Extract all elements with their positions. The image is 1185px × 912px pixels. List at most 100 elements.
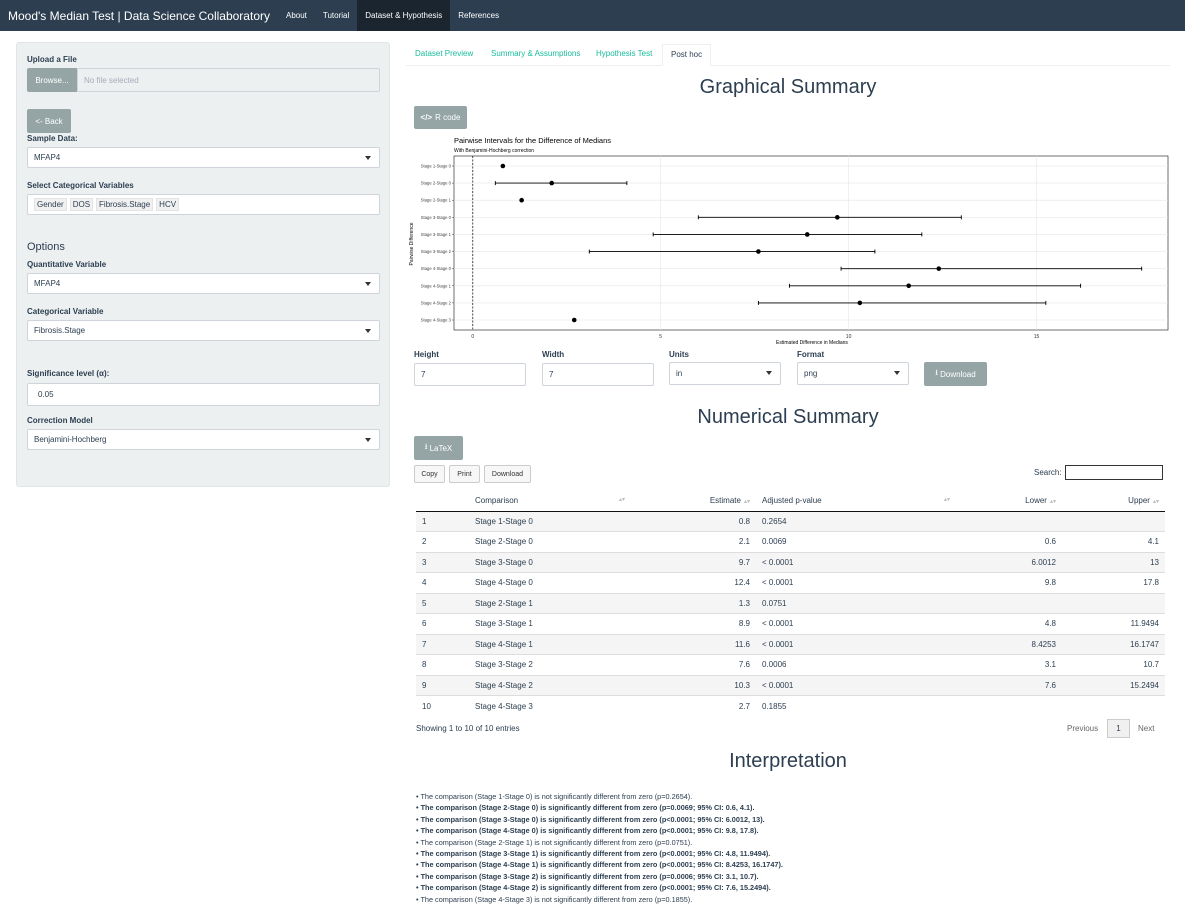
table-row[interactable]: 9 Stage 4-Stage 2 10.3 < 0.0001 7.6 15.2494 xyxy=(416,674,1165,696)
x-tick-label: 0 xyxy=(471,334,474,340)
quant-var-select[interactable]: MFAP4 xyxy=(27,273,380,294)
interpretation-heading: Interpretation xyxy=(729,750,847,772)
app-title[interactable]: Mood's Median Test | Data Science Collab… xyxy=(0,9,278,23)
cell-adjusted-p: 0.0069 xyxy=(756,531,956,552)
cell-comparison: Stage 2-Stage 0 xyxy=(465,531,628,552)
table-header-row: Comparison ▴▾ Estimate ▴▾ Adjusted p-value… xyxy=(416,490,1165,512)
sort-icon: ▴▾ xyxy=(618,496,625,503)
estimate-point xyxy=(835,215,840,220)
cell-index: 9 xyxy=(416,674,465,696)
table-row[interactable]: 8 Stage 3-Stage 2 7.6 0.0006 3.1 10.7 xyxy=(416,654,1165,675)
cell-comparison: Stage 4-Stage 2 xyxy=(465,674,628,696)
units-select[interactable]: in xyxy=(669,362,781,385)
catvars-input[interactable]: Gender DOS Fibrosis.Stage HCV xyxy=(27,194,380,215)
cell-adjusted-p: < 0.0001 xyxy=(756,572,956,593)
cell-upper xyxy=(1062,695,1165,716)
file-name-field[interactable]: No file selected xyxy=(77,68,380,92)
chevron-down-icon xyxy=(766,371,772,375)
y-tick-label: Stage 4-Stage 1 xyxy=(421,283,452,288)
sample-data-select[interactable]: MFAP4 xyxy=(27,147,380,168)
table-row[interactable]: 7 Stage 4-Stage 1 11.6 < 0.0001 8.4253 16.174… xyxy=(416,633,1165,655)
correction-select[interactable]: Benjamini-Hochberg xyxy=(27,429,380,450)
col-estimate[interactable]: Estimate ▴▾ xyxy=(628,490,756,512)
col-index[interactable] xyxy=(416,490,465,512)
col-estimate-label: Estimate xyxy=(709,495,741,505)
cell-index: 8 xyxy=(416,654,465,675)
cell-adjusted-p: < 0.0001 xyxy=(756,551,956,573)
tab-hypothesis-test[interactable]: Hypothesis Test xyxy=(588,44,660,66)
tag-hcv[interactable]: HCV xyxy=(156,198,180,211)
height-input[interactable]: 7 xyxy=(414,363,526,386)
cell-lower xyxy=(956,695,1062,716)
table-download-button[interactable]: Download xyxy=(484,465,531,483)
col-upper-label: Upper xyxy=(1128,495,1150,505)
search-input[interactable] xyxy=(1065,465,1163,480)
interpretation-line: • The comparison (Stage 4-Stage 2) is si… xyxy=(416,883,771,893)
nav-tutorial[interactable]: Tutorial xyxy=(315,0,357,31)
chevron-down-icon xyxy=(365,329,371,333)
tag-dos[interactable]: DOS xyxy=(69,198,94,211)
sample-data-label: Sample Data: xyxy=(27,134,78,143)
browse-button[interactable]: Browse... xyxy=(27,68,77,92)
page-1-button[interactable]: 1 xyxy=(1107,719,1130,738)
navbar: Mood's Median Test | Data Science Collab… xyxy=(0,0,1185,31)
col-upper[interactable]: Upper ▴▾ xyxy=(1062,490,1165,512)
tab-dataset-preview[interactable]: Dataset Preview xyxy=(407,44,481,66)
download-icon: ⭳ xyxy=(935,368,939,377)
y-tick-label: Stage 4-Stage 0 xyxy=(421,266,452,271)
interpretation-line: • The comparison (Stage 4-Stage 1) is si… xyxy=(416,860,783,870)
format-select[interactable]: png xyxy=(797,362,909,385)
copy-button[interactable]: Copy xyxy=(414,465,445,483)
width-label: Width xyxy=(542,350,565,359)
cell-estimate: 2.1 xyxy=(628,531,756,552)
table-row[interactable]: 3 Stage 3-Stage 0 9.7 < 0.0001 6.0012 13 xyxy=(416,551,1165,573)
nav-about[interactable]: About xyxy=(278,0,315,31)
cell-comparison: Stage 3-Stage 2 xyxy=(465,654,628,675)
cell-comparison: Stage 4-Stage 3 xyxy=(465,695,628,716)
x-axis-label: Estimated Difference in Medians xyxy=(776,340,848,346)
cell-comparison: Stage 3-Stage 1 xyxy=(465,613,628,634)
rcode-button[interactable]: </> R code xyxy=(414,106,467,129)
tab-summary-assumptions[interactable]: Summary & Assumptions xyxy=(483,44,588,66)
cat-var-value: Fibrosis.Stage xyxy=(34,326,86,335)
tab-post-hoc[interactable]: Post hoc xyxy=(662,44,712,66)
chevron-down-icon xyxy=(365,282,371,286)
y-tick-label: Stage 1-Stage 0 xyxy=(421,164,452,169)
interpretation-line: • The comparison (Stage 4-Stage 0) is si… xyxy=(416,826,759,836)
table-row[interactable]: 5 Stage 2-Stage 1 1.3 0.0751 xyxy=(416,592,1165,614)
print-button[interactable]: Print xyxy=(449,465,480,483)
table-row[interactable]: 6 Stage 3-Stage 1 8.9 < 0.0001 4.8 11.9494 xyxy=(416,613,1165,634)
tag-fibrosis-stage[interactable]: Fibrosis.Stage xyxy=(96,198,154,211)
col-adjusted-p[interactable]: Adjusted p-value ▴▾ xyxy=(756,490,956,512)
y-tick-label: Stage 3-Stage 2 xyxy=(421,249,452,254)
tag-gender[interactable]: Gender xyxy=(34,198,67,211)
cell-index: 4 xyxy=(416,572,465,593)
sort-icon: ▴▾ xyxy=(743,498,750,505)
nav-dataset-hypothesis[interactable]: Dataset & Hypothesis xyxy=(357,0,451,31)
table-row[interactable]: 4 Stage 4-Stage 0 12.4 < 0.0001 9.8 17.8 xyxy=(416,572,1165,593)
sample-data-value: MFAP4 xyxy=(34,153,61,162)
alpha-input[interactable]: 0.05 xyxy=(27,383,380,406)
cell-comparison: Stage 4-Stage 1 xyxy=(465,633,628,655)
next-page-button[interactable]: Next xyxy=(1138,724,1154,733)
table-row[interactable]: 1 Stage 1-Stage 0 0.8 0.2654 xyxy=(416,510,1165,532)
col-lower[interactable]: Lower ▴▾ xyxy=(956,490,1062,512)
cell-index: 3 xyxy=(416,551,465,573)
table-row[interactable]: 2 Stage 2-Stage 0 2.1 0.0069 0.6 4.1 xyxy=(416,531,1165,552)
col-comparison[interactable]: Comparison ▴▾ xyxy=(465,490,628,512)
previous-page-button[interactable]: Previous xyxy=(1067,724,1098,733)
latex-button[interactable]: ⭳ LaTeX xyxy=(414,436,463,460)
posthoc-table: Comparison ▴▾ Estimate ▴▾ Adjusted p-value… xyxy=(416,490,1165,716)
cell-index: 6 xyxy=(416,613,465,634)
cell-index: 7 xyxy=(416,633,465,655)
back-button[interactable]: <- Back xyxy=(27,109,71,133)
cat-var-select[interactable]: Fibrosis.Stage xyxy=(27,320,380,341)
width-input[interactable]: 7 xyxy=(542,363,654,386)
table-row[interactable]: 10 Stage 4-Stage 3 2.7 0.1855 xyxy=(416,695,1165,716)
y-tick-label: Stage 3-Stage 0 xyxy=(421,215,452,220)
plot-download-button[interactable]: ⭳ Download xyxy=(924,362,987,386)
cell-estimate: 0.8 xyxy=(628,510,756,532)
nav-references[interactable]: References xyxy=(450,0,507,31)
cell-lower: 4.8 xyxy=(956,613,1062,634)
plot-panel xyxy=(453,155,1169,331)
